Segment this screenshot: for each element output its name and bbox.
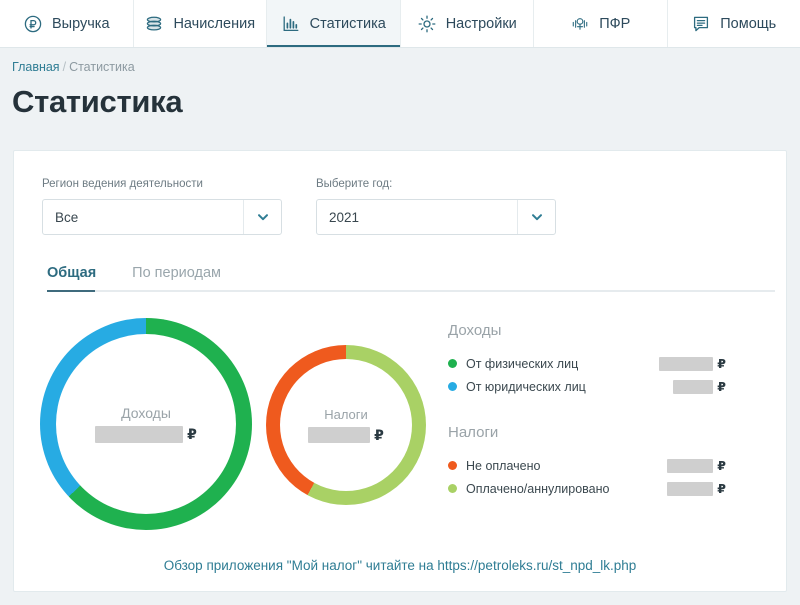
breadcrumb: Главная / Статистика	[0, 48, 800, 74]
donut-center-label: Доходы	[121, 405, 171, 421]
ruble-circle-icon	[23, 14, 43, 34]
donut-center-value: ₽	[95, 426, 197, 443]
tabs-section: Общая По периодам	[14, 235, 786, 292]
redacted-value	[667, 481, 714, 496]
tabs-divider	[47, 290, 775, 292]
nav-item-label: Помощь	[720, 15, 777, 32]
breadcrumb-separator: /	[62, 60, 67, 74]
legend-label: Оплачено/аннулировано	[466, 481, 610, 496]
nav-item-label: ПФР	[599, 15, 631, 32]
nav-item-label: Статистика	[309, 15, 386, 32]
redacted-value	[667, 458, 714, 473]
legend-value: ₽	[650, 481, 726, 496]
donut-chart-income[interactable]: Доходы ₽	[40, 318, 252, 530]
legend-color-dot	[448, 461, 457, 470]
donut-center-value: ₽	[308, 427, 384, 444]
nav-item-pomosch[interactable]: Помощь	[667, 0, 800, 47]
region-select[interactable]: Все	[42, 199, 282, 235]
year-select-value: 2021	[329, 209, 360, 225]
tabs: Общая По периодам	[47, 265, 786, 291]
chat-lines-icon	[691, 14, 711, 34]
currency-symbol: ₽	[717, 357, 726, 371]
nav-item-pfr[interactable]: ПФР	[534, 0, 668, 47]
legend-color-dot	[448, 484, 457, 493]
donut-center-label: Налоги	[324, 406, 368, 422]
chevron-down-icon[interactable]	[517, 200, 555, 234]
breadcrumb-home-link[interactable]: Главная	[12, 60, 60, 74]
legend-color-dot	[448, 359, 457, 368]
statistics-card: Регион ведения деятельности Все Выберите…	[13, 150, 787, 592]
footer-note-link[interactable]: https://petroleks.ru/st_npd_lk.php	[437, 558, 636, 573]
nav-item-label: Выручка	[51, 15, 110, 32]
coins-stack-icon	[144, 14, 164, 34]
chevron-down-icon[interactable]	[243, 200, 281, 234]
redacted-value	[308, 427, 371, 443]
tab-obschaya[interactable]: Общая	[47, 265, 96, 291]
footer-note: Обзор приложения "Мой налог" читайте на …	[14, 558, 786, 573]
legend-row-ne-oplacheno[interactable]: Не оплачено ₽	[448, 454, 726, 477]
nav-item-nachisleniya[interactable]: Начисления	[133, 0, 267, 47]
donut-center-taxes: Налоги ₽	[280, 359, 412, 491]
legend-value: ₽	[650, 379, 726, 394]
currency-symbol: ₽	[717, 380, 726, 394]
year-filter-label: Выберите год:	[316, 178, 393, 190]
nav-item-nastroyki[interactable]: Настройки	[400, 0, 534, 47]
year-filter: Выберите год: 2021	[316, 178, 556, 235]
footer-note-text: Обзор приложения "Мой налог" читайте на	[163, 558, 438, 573]
currency-symbol: ₽	[717, 482, 726, 496]
gear-icon	[417, 14, 437, 34]
legend-value: ₽	[650, 458, 726, 473]
year-select[interactable]: 2021	[316, 199, 556, 235]
region-select-value: Все	[55, 209, 79, 225]
legend-row-fiz[interactable]: От физических лиц ₽	[448, 352, 726, 375]
legend-label: Не оплачено	[466, 458, 541, 473]
tab-po-periodam[interactable]: По периодам	[132, 265, 221, 291]
tab-active-indicator	[47, 290, 95, 292]
nav-item-statistika[interactable]: Статистика	[267, 0, 401, 47]
legend-title-income: Доходы	[448, 322, 502, 339]
legend-label: От физических лиц	[466, 356, 579, 371]
legend-title-taxes: Налоги	[448, 424, 499, 441]
legend-value: ₽	[650, 356, 726, 371]
redacted-value	[673, 379, 714, 394]
bar-chart-icon	[281, 14, 301, 34]
currency-symbol: ₽	[187, 426, 197, 442]
redacted-value	[659, 356, 714, 371]
breadcrumb-current: Статистика	[69, 60, 135, 74]
pfr-logo-icon	[570, 14, 590, 34]
legend-label: От юридических лиц	[466, 379, 586, 394]
nav-item-vyruchka[interactable]: Выручка	[0, 0, 134, 47]
top-navigation: Выручка Начисления Статистика Настройки …	[0, 0, 800, 48]
currency-symbol: ₽	[717, 459, 726, 473]
nav-item-label: Начисления	[173, 15, 256, 32]
currency-symbol: ₽	[374, 426, 384, 443]
region-filter: Регион ведения деятельности Все	[42, 178, 282, 235]
donut-center-income: Доходы ₽	[56, 334, 236, 514]
region-filter-label: Регион ведения деятельности	[42, 178, 203, 190]
chart-legend: Доходы От физических лиц ₽ От юридически…	[426, 318, 726, 500]
legend-row-oplacheno[interactable]: Оплачено/аннулировано ₽	[448, 477, 726, 500]
page-title: Статистика	[12, 84, 183, 119]
donut-chart-taxes[interactable]: Налоги ₽	[266, 345, 426, 505]
legend-color-dot	[448, 382, 457, 391]
donut-charts: Доходы ₽ Налоги ₽	[14, 318, 426, 530]
chart-area: Доходы ₽ Налоги ₽ Доходы От физических л…	[14, 292, 786, 530]
legend-row-yur[interactable]: От юридических лиц ₽	[448, 375, 726, 398]
nav-item-label: Настройки	[445, 15, 517, 32]
redacted-value	[95, 426, 184, 443]
filters-row: Регион ведения деятельности Все Выберите…	[14, 151, 786, 235]
